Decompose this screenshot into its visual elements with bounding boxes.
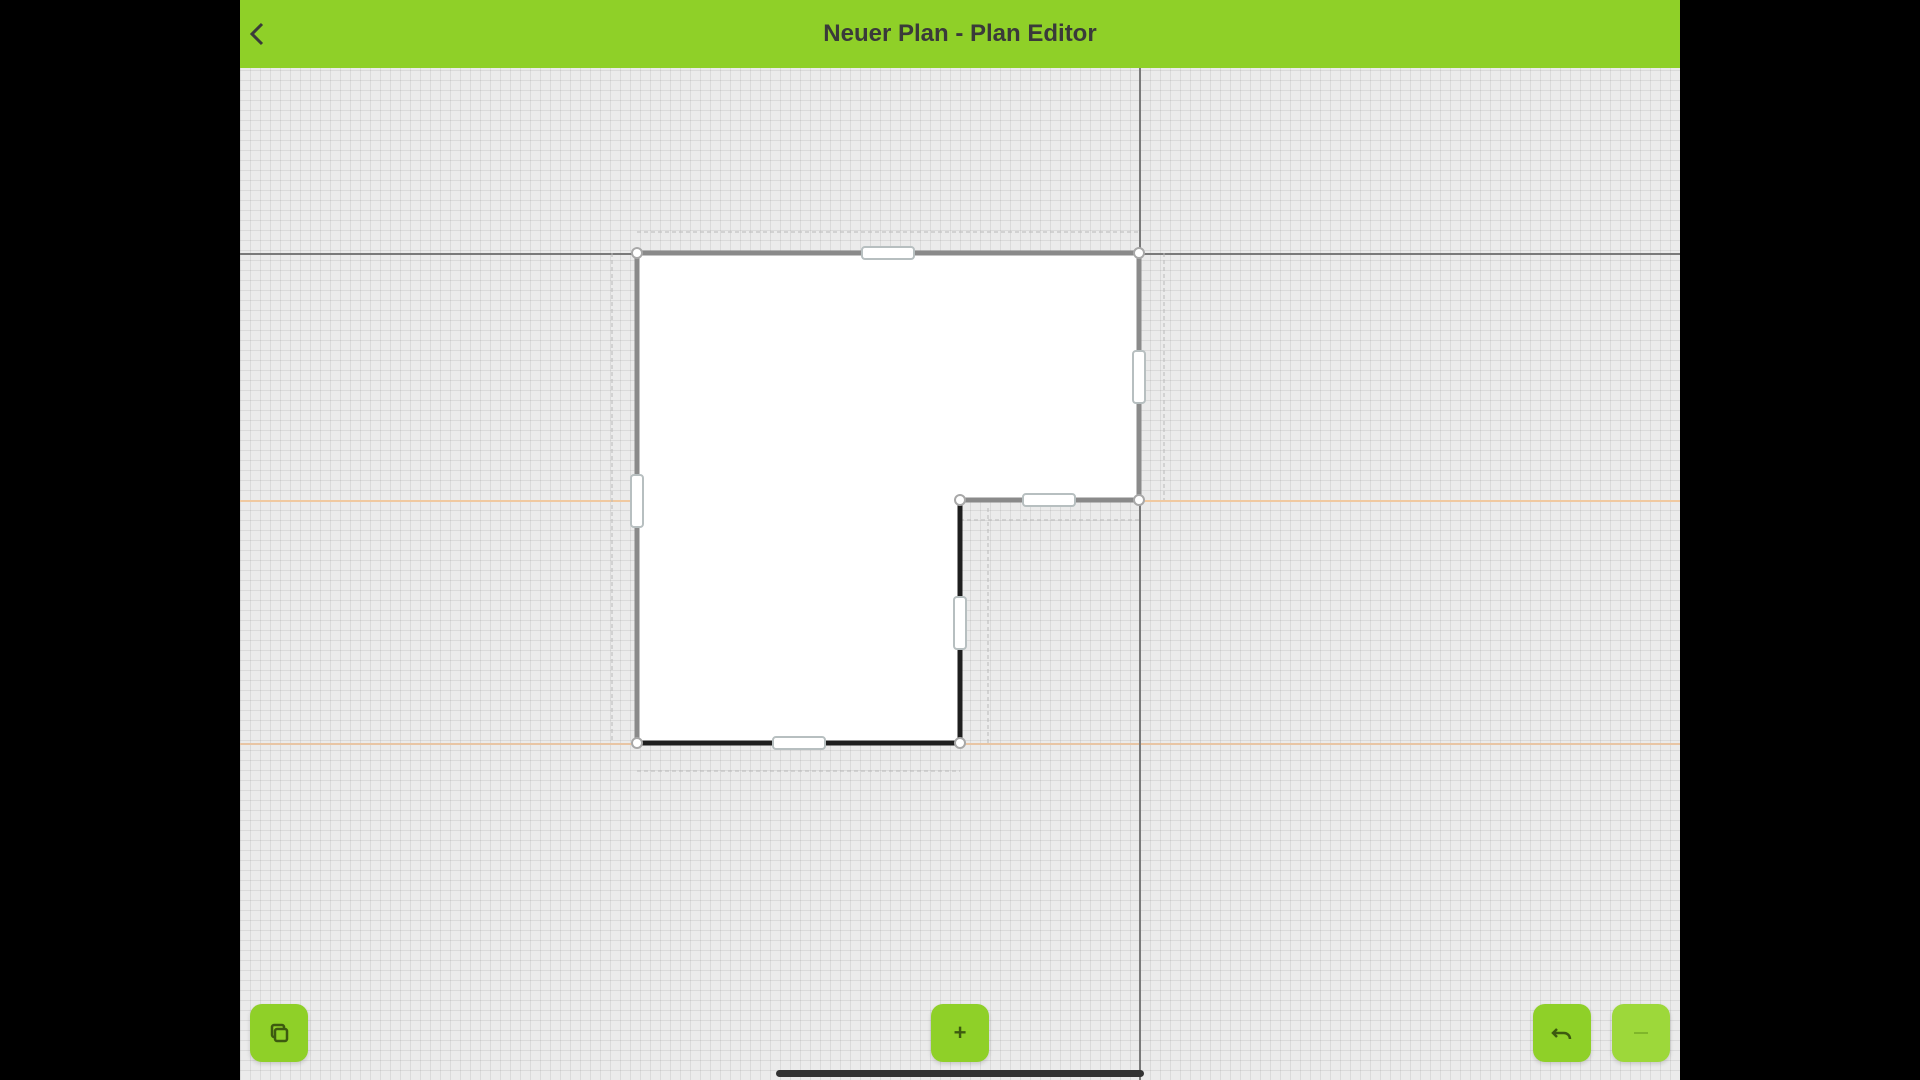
layers-icon [270, 1023, 289, 1043]
bottom-wall-handle[interactable] [772, 736, 826, 750]
back-button[interactable] [240, 16, 274, 52]
corner-node-right-inner[interactable] [1133, 494, 1145, 506]
corner-node-bottom-right[interactable] [954, 737, 966, 749]
floor-plan-canvas[interactable] [240, 0, 1680, 1080]
corner-node-inner[interactable] [954, 494, 966, 506]
inner-horizontal-wall-handle[interactable] [1022, 493, 1076, 507]
inner-vertical-wall-handle[interactable] [953, 596, 967, 650]
left-wall-handle[interactable] [630, 474, 644, 528]
top-wall-handle[interactable] [861, 246, 915, 260]
plus-icon: + [953, 1020, 967, 1045]
undo-button[interactable] [1533, 1004, 1591, 1062]
more-icon [1634, 1032, 1648, 1034]
top-bar: Neuer Plan - Plan Editor [240, 0, 1680, 68]
corner-node-top-right[interactable] [1133, 247, 1145, 259]
layers-button[interactable] [250, 1004, 308, 1062]
more-button[interactable] [1612, 1004, 1670, 1062]
plan-editor-screen: Neuer Plan - Plan Editor + [240, 0, 1680, 1080]
right-wall-handle[interactable] [1132, 350, 1146, 404]
page-title: Neuer Plan - Plan Editor [823, 20, 1097, 47]
chevron-left-icon [249, 22, 264, 46]
home-indicator [776, 1070, 1144, 1077]
undo-icon [1551, 1028, 1572, 1040]
corner-node-bottom-left[interactable] [631, 737, 643, 749]
corner-node-top-left[interactable] [631, 247, 643, 259]
add-button[interactable]: + [931, 1004, 989, 1062]
